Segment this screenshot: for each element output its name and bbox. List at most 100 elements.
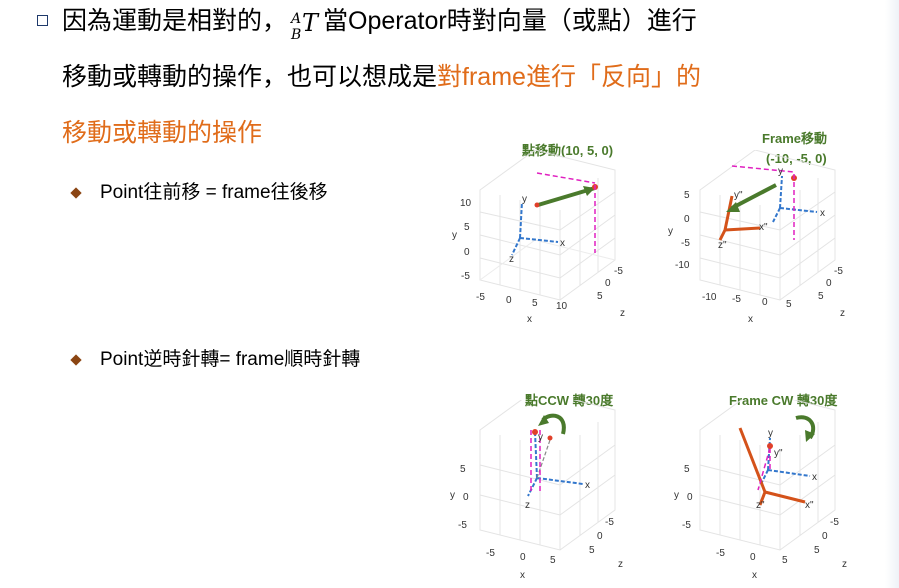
p4-ytick: 5: [684, 464, 690, 475]
p2-ytick: -5: [681, 238, 690, 249]
p2-frame-x: x": [759, 222, 768, 233]
operator-word: Operator: [348, 7, 447, 35]
b1-eq: = frame: [200, 182, 271, 203]
p1-axis-x: x: [560, 238, 565, 249]
p2-ytick: 0: [684, 214, 690, 225]
line2-highlight-3: 進行「反向」的: [525, 62, 701, 91]
plot4-3d: x y x" y" z" 5 0 -5 y -5 0 5 x -5 0 5 z: [674, 400, 847, 581]
p4-xtick: 0: [750, 552, 756, 563]
p1-xtick: -5: [476, 292, 485, 303]
line1-post: 時對向量（或點）進行: [446, 6, 697, 35]
line2-frame-word: frame: [462, 63, 526, 91]
p2-xtick: -5: [732, 294, 741, 305]
p1-ytick: 0: [464, 247, 470, 258]
p3-axis-y: y: [538, 432, 543, 443]
p3-xtick: -5: [486, 548, 495, 559]
p2-ylabel: y: [668, 226, 673, 237]
p4-frame-x: x": [805, 500, 814, 511]
p4-xlabel: x: [752, 570, 757, 581]
plot3-3d: x y z 5 0 -5 y -5 0 5 x -5 0 5 z: [450, 400, 623, 581]
heading-line-1: 因為運動是相對的， A B T 當Operator時對向量（或點）進行: [62, 5, 697, 43]
b2-zh2: 順時針轉: [284, 348, 361, 370]
p1-xtick: 10: [556, 301, 568, 312]
p3-ztick: 5: [589, 545, 595, 556]
p1-ylabel: y: [452, 230, 457, 241]
p2-frame-y: y": [734, 190, 743, 201]
p1-axis-y: y: [522, 194, 527, 205]
p4-ytick: -5: [682, 520, 691, 531]
plot2-3d: x y x" y" z" 5 0 -5 -10 y -10 -5 0 5 x -…: [668, 150, 845, 325]
p2-xlabel: x: [748, 314, 753, 325]
p4-ytick: 0: [687, 492, 693, 503]
line1-mid: 當: [323, 6, 349, 35]
p1-ztick: 0: [605, 278, 611, 289]
b2-zh: 逆時針轉: [143, 348, 220, 370]
b1-zh: 往前移: [143, 181, 201, 203]
p1-xlabel: x: [527, 314, 532, 325]
b2-eq: = frame: [219, 349, 285, 370]
p2-xtick: 5: [786, 299, 792, 310]
p3-ztick: -5: [605, 517, 614, 528]
p2-ztick: -5: [834, 266, 843, 277]
p4-ztick: 5: [814, 545, 820, 556]
line2-highlight-1: 對: [437, 62, 463, 91]
heading-line-2: 移動或轉動的操作，也可以想成是對frame進行「反向」的: [62, 61, 701, 93]
p3-xlabel: x: [520, 570, 525, 581]
p2-ytick: 5: [684, 190, 690, 201]
p2-axis-x: x: [820, 208, 825, 219]
p3-ytick: -5: [458, 520, 467, 531]
p2-axis-y: y: [778, 166, 783, 177]
p3-xtick: 0: [520, 552, 526, 563]
line2-text: 移動或轉動的操作，也可以想成是: [62, 62, 438, 91]
line1-text: 因為運動是相對的，: [62, 6, 288, 35]
p4-xtick: -5: [716, 548, 725, 559]
slide-edge-shadow: [885, 0, 899, 588]
p2-frame-z: z": [718, 240, 727, 251]
plot1-3d: x y z 10 5 0 -5 y -5 0 5 10 x -5 0 5 z: [452, 150, 625, 325]
p3-ytick: 5: [460, 464, 466, 475]
bullet-1: Point往前移 = frame往後移: [100, 180, 328, 205]
p1-ytick: 5: [464, 222, 470, 233]
p2-xtick: 0: [762, 297, 768, 308]
p1-zlabel: z: [620, 308, 625, 319]
p2-ytick: -10: [675, 260, 690, 271]
p4-frame-z: z": [756, 500, 765, 511]
p4-ylabel: y: [674, 490, 679, 501]
p1-ytick: 10: [460, 198, 472, 209]
math-subscript: B: [291, 26, 302, 43]
p3-axis-x: x: [585, 480, 590, 491]
p2-zlabel: z: [840, 308, 845, 319]
plot2-title-a: Frame移動: [762, 131, 828, 146]
p4-frame-y: y": [774, 448, 783, 459]
p1-ztick: -5: [614, 266, 623, 277]
p3-ztick: 0: [597, 531, 603, 542]
bullet-2: Point逆時針轉= frame順時針轉: [100, 347, 360, 372]
p4-axis-x: x: [812, 472, 817, 483]
math-transform: A B T: [287, 8, 323, 43]
math-T: T: [302, 8, 319, 37]
p4-ztick: 0: [822, 531, 828, 542]
p4-ztick: -5: [830, 517, 839, 528]
p1-ytick: -5: [461, 271, 470, 282]
p1-ztick: 5: [597, 291, 603, 302]
b2-point: Point: [100, 349, 144, 370]
p2-xtick: -10: [702, 292, 717, 303]
p1-xtick: 0: [506, 295, 512, 306]
b1-point: Point: [100, 182, 144, 203]
b1-zh2: 往後移: [270, 181, 328, 203]
p4-axis-y: y: [768, 428, 773, 439]
diamond-bullet-icon: [70, 354, 82, 366]
p2-ztick: 0: [826, 278, 832, 289]
p1-xtick: 5: [532, 298, 538, 309]
diamond-bullet-icon: [70, 187, 82, 199]
p3-ytick: 0: [463, 492, 469, 503]
p3-ylabel: y: [450, 490, 455, 501]
square-bullet-icon: [37, 15, 48, 26]
p3-zlabel: z: [618, 559, 623, 570]
p4-zlabel: z: [842, 559, 847, 570]
p2-ztick: 5: [818, 291, 824, 302]
heading-line-3: 移動或轉動的操作: [62, 118, 263, 147]
p3-xtick: 5: [550, 555, 556, 566]
p3-axis-z: z: [525, 500, 530, 511]
p1-axis-z: z: [509, 254, 514, 265]
